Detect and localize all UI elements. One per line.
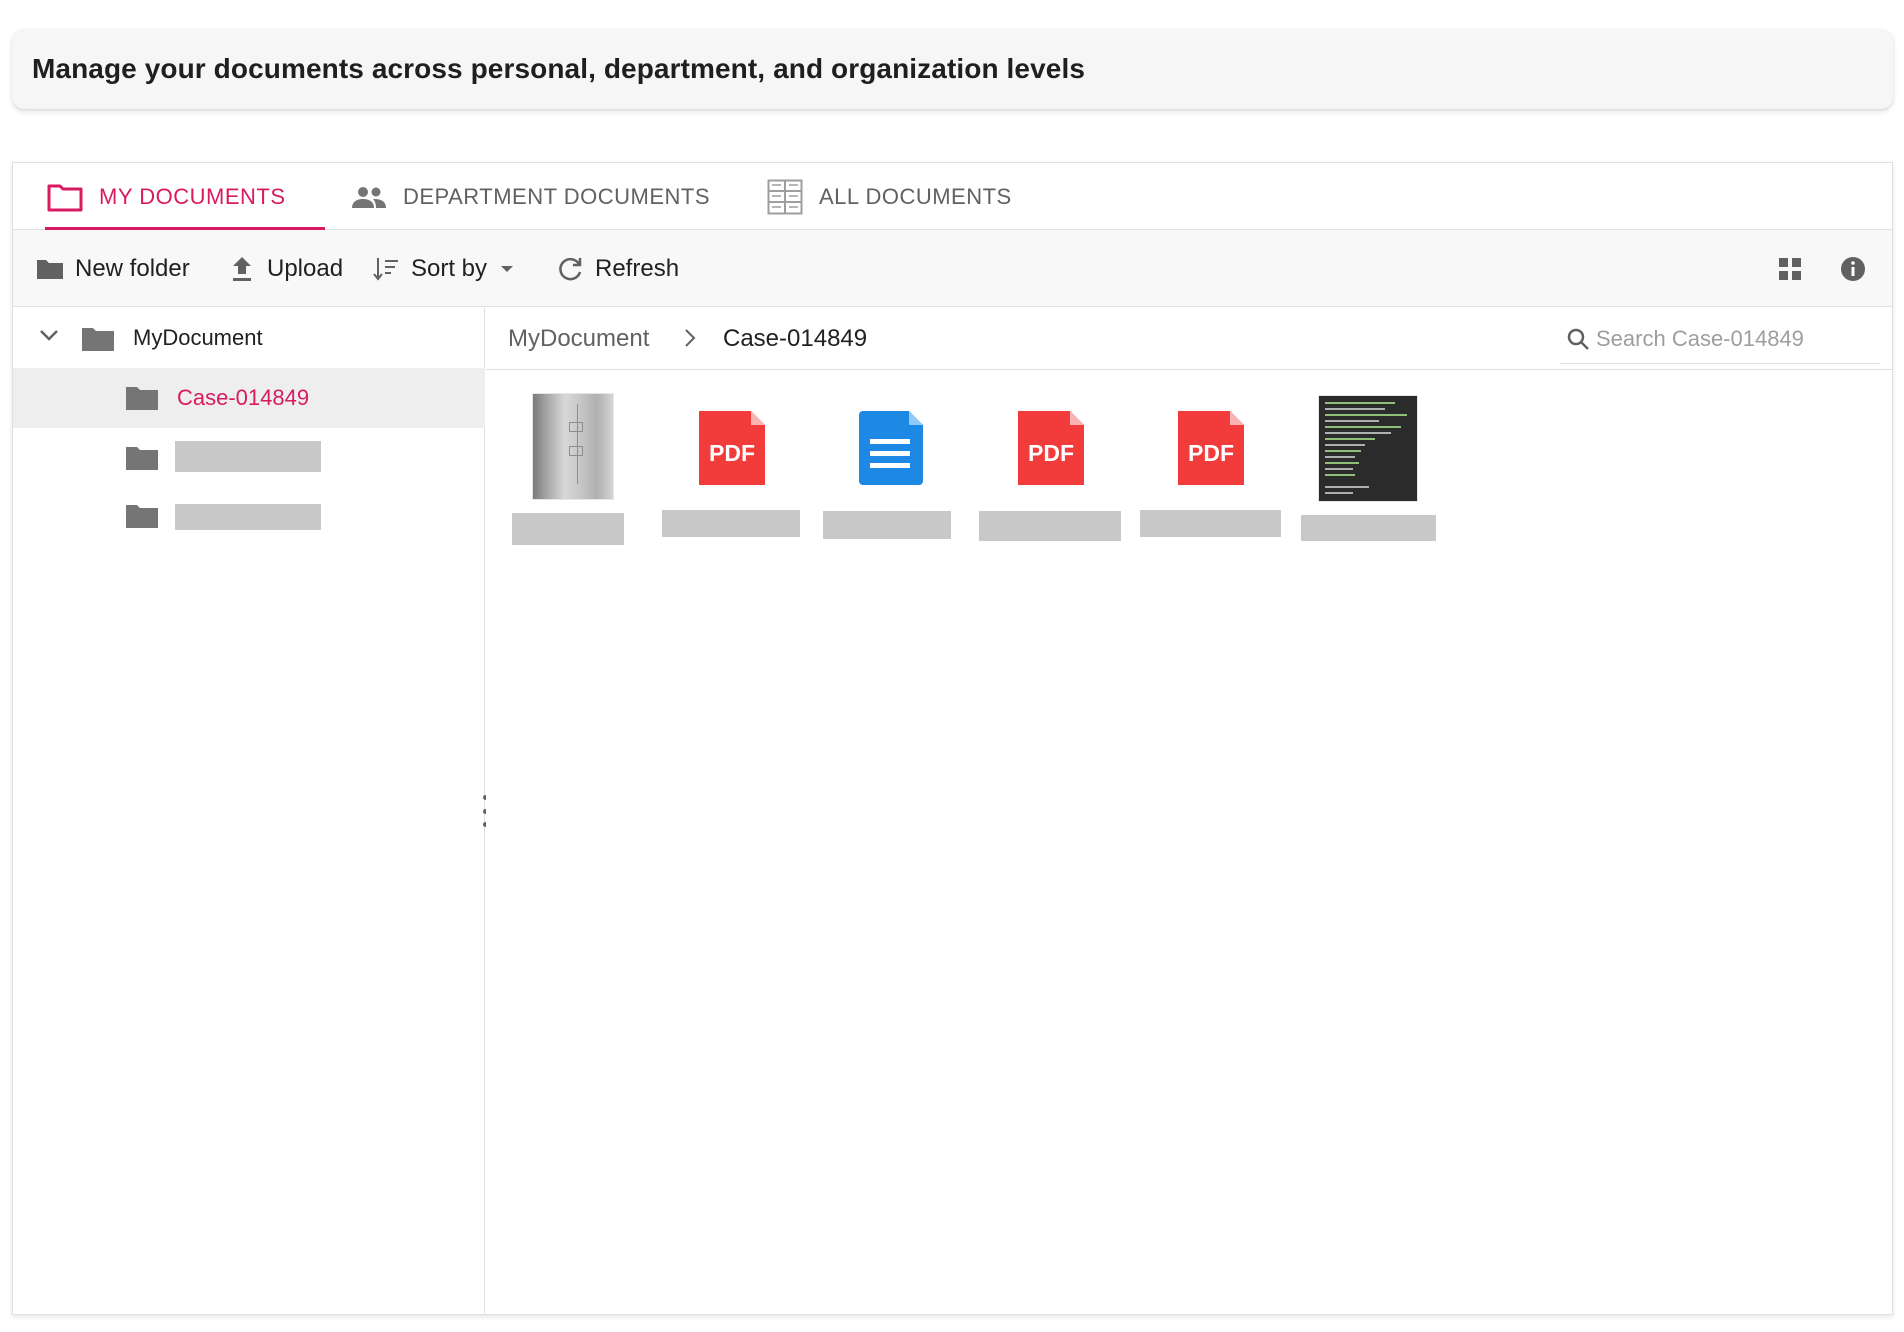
pdf-icon: PDF (1018, 411, 1084, 485)
folder-icon (125, 503, 159, 534)
search-icon (1560, 327, 1596, 351)
grid-documents-icon (765, 177, 805, 217)
people-icon (349, 177, 389, 217)
svg-text:PDF: PDF (1028, 440, 1074, 466)
details-button[interactable] (1838, 230, 1878, 307)
file-item[interactable]: PDF (1140, 393, 1281, 553)
breadcrumb-current: Case-014849 (723, 324, 868, 352)
redacted-file-name (1140, 510, 1281, 537)
content-pane: MyDocument Case-014849 Search Case-01484… (486, 308, 1892, 1314)
svg-text:PDF: PDF (709, 440, 755, 466)
chevron-right-icon (683, 328, 697, 353)
svg-text:PDF: PDF (1188, 440, 1234, 466)
redacted-label (175, 441, 321, 472)
redacted-file-name (823, 511, 951, 539)
tree-node-case[interactable]: Case-014849 (13, 368, 485, 428)
file-item[interactable]: PDF (979, 393, 1121, 553)
redacted-file-name (979, 511, 1121, 541)
toolbar: New folder Upload Sort by Refresh (13, 230, 1892, 307)
new-folder-button[interactable]: New folder (35, 230, 190, 307)
refresh-icon (555, 254, 585, 284)
grid-view-icon (1775, 254, 1805, 284)
folder-icon (125, 385, 159, 416)
file-manager: MY DOCUMENTS DEPARTMENT DOCUMENTS ALL DO… (12, 162, 1893, 1315)
tab-label: ALL DOCUMENTS (819, 183, 1012, 209)
tab-my-documents[interactable]: MY DOCUMENTS (45, 163, 325, 231)
upload-icon (227, 254, 257, 284)
sort-by-label: Sort by (411, 254, 488, 282)
breadcrumb-parent[interactable]: MyDocument (508, 325, 649, 353)
address-bar: MyDocument Case-014849 (486, 308, 1892, 370)
folder-icon (45, 177, 85, 217)
folder-icon (81, 326, 115, 357)
redacted-file-name (512, 513, 624, 545)
search-input[interactable] (1596, 325, 1856, 352)
chevron-down-icon[interactable] (39, 328, 59, 347)
navigation-pane: MyDocument Case-014849 (13, 308, 485, 1314)
redacted-label (175, 504, 321, 530)
tree-node-redacted[interactable] (13, 488, 485, 548)
refresh-label: Refresh (595, 254, 680, 282)
search-box (1560, 314, 1880, 364)
image-thumbnail (532, 393, 614, 500)
image-thumbnail (1318, 395, 1418, 502)
info-icon (1838, 254, 1868, 284)
pdf-icon: PDF (699, 411, 765, 485)
file-item[interactable]: PDF (662, 393, 800, 553)
new-folder-label: New folder (75, 254, 190, 282)
tab-label: DEPARTMENT DOCUMENTS (403, 183, 711, 209)
pdf-icon: PDF (1178, 411, 1244, 485)
caret-down-icon (501, 265, 514, 272)
sort-icon (371, 254, 401, 284)
tree-node-redacted[interactable] (13, 428, 485, 488)
upload-label: Upload (267, 254, 344, 282)
file-item[interactable] (512, 393, 624, 553)
page-title: Manage your documents across personal, d… (32, 53, 1085, 84)
tab-all-documents[interactable]: ALL DOCUMENTS (765, 163, 1075, 230)
upload-button[interactable]: Upload (227, 230, 343, 307)
tree-node-label: Case-014849 (177, 385, 310, 410)
file-item[interactable] (823, 393, 951, 553)
header-banner: Manage your documents across personal, d… (12, 29, 1893, 109)
document-icon (859, 411, 923, 485)
folder-icon (35, 254, 65, 284)
tab-department-documents[interactable]: DEPARTMENT DOCUMENTS (349, 163, 729, 230)
view-toggle-button[interactable] (1775, 230, 1815, 307)
file-item[interactable] (1301, 393, 1436, 553)
tree-node-mydocument[interactable]: MyDocument (13, 308, 485, 368)
tree-node-label: MyDocument (133, 325, 263, 350)
sort-by-button[interactable]: Sort by (371, 230, 514, 307)
tab-label: MY DOCUMENTS (99, 183, 286, 209)
redacted-file-name (662, 510, 800, 537)
tab-bar: MY DOCUMENTS DEPARTMENT DOCUMENTS ALL DO… (13, 163, 1892, 231)
folder-icon (125, 445, 159, 476)
refresh-button[interactable]: Refresh (555, 230, 679, 307)
redacted-file-name (1301, 515, 1436, 541)
